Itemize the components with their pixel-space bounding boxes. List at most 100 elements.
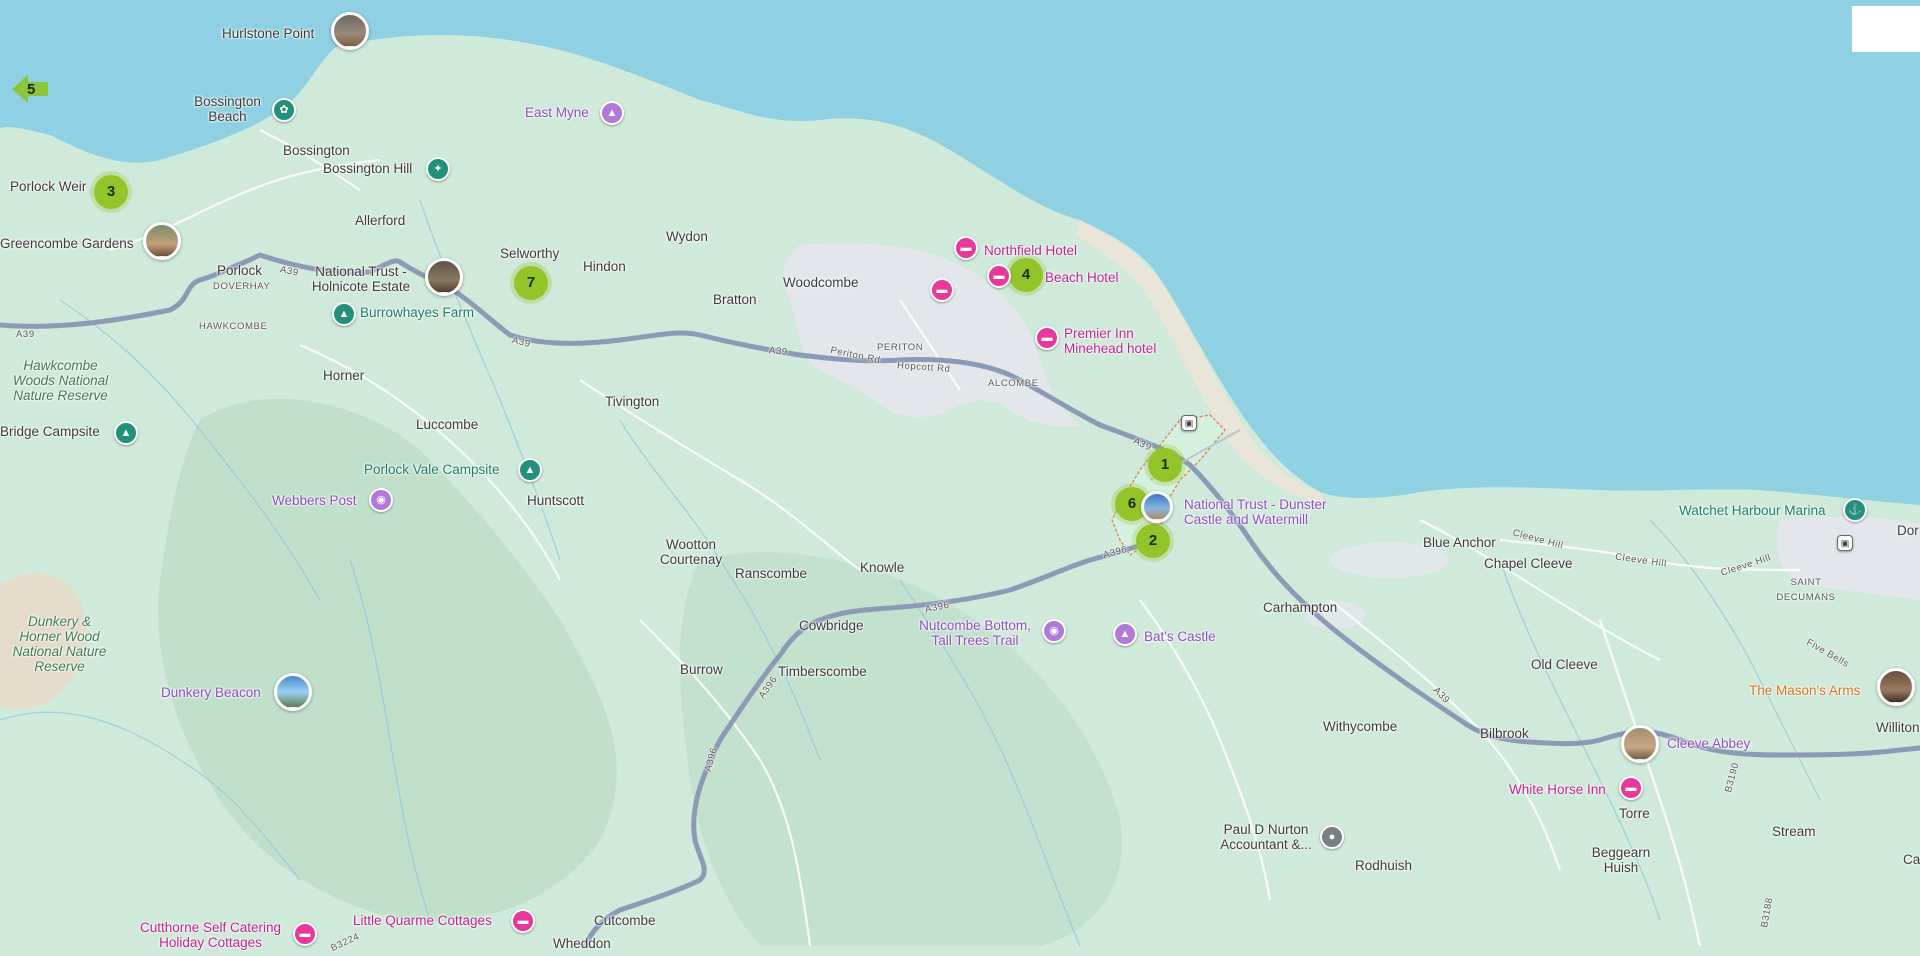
label-bilbrook: Bilbrook <box>1480 726 1529 741</box>
label-hurlstone-point: Hurlstone Point <box>222 26 315 41</box>
label-doverhay: DOVERHAY <box>213 281 271 292</box>
label-cleeve-abbey: Cleeve Abbey <box>1667 736 1751 751</box>
label-wydon: Wydon <box>666 229 708 244</box>
cluster-marker-2[interactable]: 2 <box>1136 524 1170 558</box>
label-alcombe: ALCOMBE <box>988 378 1039 389</box>
label-hawkcombe-woods: Hawkcombe Woods National Nature Reserve <box>12 358 109 403</box>
map-canvas[interactable] <box>0 0 1920 946</box>
place-icon-accountant[interactable]: ● <box>1320 825 1344 849</box>
label-bossington: Bossington <box>283 143 350 158</box>
camera-icon-nutcombe[interactable]: ◉ <box>1042 619 1066 643</box>
label-bridge-campsite: Bridge Campsite <box>0 424 100 439</box>
label-withycombe: Withycombe <box>1323 719 1398 734</box>
label-allerford: Allerford <box>355 213 406 228</box>
road-label-a39-4: A39 <box>768 345 789 358</box>
label-horner: Horner <box>323 368 365 383</box>
label-cad-partial: Ca <box>1903 852 1920 867</box>
label-woodcombe: Woodcombe <box>783 275 859 290</box>
label-greencombe-gardens: Greencombe Gardens <box>0 236 134 251</box>
label-wheddon: Wheddon <box>553 936 611 951</box>
campsite-icon-porlock-vale[interactable]: ▲ <box>518 458 542 482</box>
label-nutcombe-bottom: Nutcombe Bottom, Tall Trees Trail <box>919 618 1031 648</box>
label-dunkery-beacon: Dunkery Beacon <box>161 685 261 700</box>
label-carhampton: Carhampton <box>1263 600 1338 615</box>
marina-icon[interactable]: ⚓ <box>1843 498 1867 522</box>
photo-marker-hurlstone-point[interactable] <box>331 12 369 50</box>
camera-icon-webbers-post[interactable]: ◉ <box>369 488 393 512</box>
label-northfield-hotel: Northfield Hotel <box>984 243 1078 258</box>
label-beach-hotel: Beach Hotel <box>1045 270 1119 285</box>
label-knowle: Knowle <box>860 560 905 575</box>
label-beggearn-huish: Beggearn Huish <box>1591 845 1651 875</box>
label-old-cleeve: Old Cleeve <box>1531 657 1598 672</box>
hotel-icon-cutthorne[interactable]: ▬ <box>293 922 317 946</box>
label-east-myne: East Myne <box>525 105 589 120</box>
label-masons-arms: The Mason's Arms <box>1749 683 1861 698</box>
label-stream: Stream <box>1772 824 1816 839</box>
hotel-icon-white-horse-inn[interactable]: ▬ <box>1619 776 1643 800</box>
rail-station-icon-watchet[interactable]: ▣ <box>1837 535 1853 551</box>
road-label-a39-2: A39 <box>16 329 35 340</box>
label-selworthy: Selworthy <box>500 246 560 261</box>
photo-marker-cleeve-abbey[interactable] <box>1621 725 1659 763</box>
cluster-marker-3[interactable]: 3 <box>94 175 128 209</box>
cluster-marker-1[interactable]: 1 <box>1148 448 1182 482</box>
label-dor-partial: Dor <box>1897 523 1919 538</box>
map-control-button[interactable] <box>1852 6 1920 52</box>
photo-marker-dunkery-beacon[interactable] <box>274 673 312 711</box>
label-chapel-cleeve: Chapel Cleeve <box>1484 556 1573 571</box>
label-cutcombe: Cutcombe <box>594 913 656 928</box>
parking-hill-icon[interactable]: ✦ <box>426 157 450 181</box>
label-ranscombe: Ranscombe <box>735 566 808 581</box>
hotel-icon-beach[interactable]: ▬ <box>987 264 1011 288</box>
label-williton: Williton <box>1876 720 1920 735</box>
label-saint-decumans: SAINT DECUMANS <box>1776 577 1836 603</box>
label-rodhuish: Rodhuish <box>1355 858 1413 873</box>
photo-marker-holnicote-estate[interactable] <box>425 258 463 296</box>
label-cowbridge: Cowbridge <box>799 618 864 633</box>
monument-icon-bats-castle[interactable]: ▲ <box>1113 622 1137 646</box>
label-premier-inn: Premier Inn Minehead hotel <box>1064 326 1157 356</box>
label-timberscombe: Timberscombe <box>778 664 867 679</box>
label-huntscott: Huntscott <box>527 493 585 508</box>
rail-station-icon-dunster[interactable]: ▣ <box>1181 415 1197 431</box>
label-porlock-vale-campsite: Porlock Vale Campsite <box>364 462 500 477</box>
label-hindon: Hindon <box>583 259 626 274</box>
label-periton: PERITON <box>877 342 924 353</box>
photo-marker-dunster-castle[interactable] <box>1141 491 1173 523</box>
label-tivington: Tivington <box>605 394 660 409</box>
campsite-icon-bridge[interactable]: ▲ <box>114 421 138 445</box>
label-porlock: Porlock <box>217 263 263 278</box>
hotel-icon-little-quarme[interactable]: ▬ <box>511 909 535 933</box>
back-arrow-button[interactable]: 5 <box>10 72 50 106</box>
beach-icon[interactable]: ✿ <box>272 98 296 122</box>
label-national-trust-holnicote: National Trust - Holnicote Estate <box>311 264 411 294</box>
label-watchet-harbour-marina: Watchet Harbour Marina <box>1679 503 1826 518</box>
hotel-icon-northfield[interactable]: ▬ <box>954 236 978 260</box>
label-webbers-post: Webbers Post <box>272 493 357 508</box>
label-bossington-hill: Bossington Hill <box>323 161 413 176</box>
label-torre: Torre <box>1619 806 1650 821</box>
back-arrow-number: 5 <box>27 81 36 98</box>
label-little-quarme: Little Quarme Cottages <box>353 913 492 928</box>
label-hawkcombe: HAWKCOMBE <box>199 321 268 332</box>
hotel-icon-premier-inn[interactable]: ▬ <box>1035 326 1059 350</box>
label-wootton-courtenay: Wootton Courtenay <box>659 537 723 567</box>
viewpoint-icon[interactable]: ▲ <box>600 101 624 125</box>
label-burrow: Burrow <box>680 662 723 677</box>
photo-marker-greencombe-gardens[interactable] <box>143 222 181 260</box>
label-dunkery-horner-wood: Dunkery & Horner Wood National Nature Re… <box>12 614 107 674</box>
label-burrowhayes-farm: Burrowhayes Farm <box>360 305 475 320</box>
label-bossington-beach: Bossington Beach <box>194 94 261 124</box>
label-bats-castle: Bat's Castle <box>1144 629 1216 644</box>
label-blue-anchor: Blue Anchor <box>1423 535 1496 550</box>
campsite-icon-burrowhayes[interactable]: ▲ <box>332 302 356 326</box>
photo-marker-masons-arms[interactable] <box>1877 668 1915 706</box>
cluster-marker-7[interactable]: 7 <box>514 266 548 300</box>
label-white-horse-inn: White Horse Inn <box>1509 782 1606 797</box>
label-nt-dunster: National Trust - Dunster Castle and Wate… <box>1184 497 1327 527</box>
label-paul-nurton: Paul D Nurton Accountant &... <box>1220 822 1312 852</box>
cluster-marker-4[interactable]: 4 <box>1009 258 1043 292</box>
hotel-icon-alcombe[interactable]: ▬ <box>930 278 954 302</box>
label-bratton: Bratton <box>713 292 757 307</box>
